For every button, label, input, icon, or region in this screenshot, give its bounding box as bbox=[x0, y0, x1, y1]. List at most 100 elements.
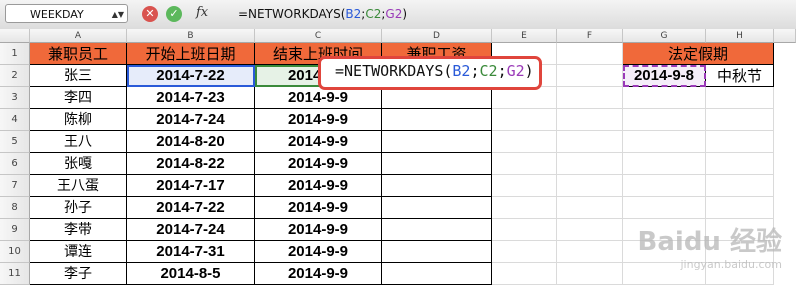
row-header-3[interactable]: 3 bbox=[0, 87, 30, 109]
cell-d9[interactable] bbox=[382, 219, 492, 241]
cell-e11[interactable] bbox=[492, 263, 557, 285]
cell-g2[interactable]: 2014-9-8 bbox=[623, 65, 706, 87]
cell-f4[interactable] bbox=[557, 109, 623, 131]
column-header-b[interactable]: B bbox=[127, 29, 255, 43]
cell-d4[interactable] bbox=[382, 109, 492, 131]
row-header-7[interactable]: 7 bbox=[0, 175, 30, 197]
cell-g8[interactable] bbox=[623, 197, 706, 219]
cell-e10[interactable] bbox=[492, 241, 557, 263]
cell-f10[interactable] bbox=[557, 241, 623, 263]
cell-c6[interactable]: 2014-9-9 bbox=[255, 153, 382, 175]
cell-h6[interactable] bbox=[706, 153, 774, 175]
cell-c8[interactable]: 2014-9-9 bbox=[255, 197, 382, 219]
cell-d11[interactable] bbox=[382, 263, 492, 285]
cell-a6[interactable]: 张嘎 bbox=[30, 153, 127, 175]
row-header-2[interactable]: 2 bbox=[0, 65, 30, 87]
cell-b10[interactable]: 2014-7-31 bbox=[127, 241, 255, 263]
cell-h5[interactable] bbox=[706, 131, 774, 153]
column-header-g[interactable]: G bbox=[623, 29, 706, 43]
cell-f2[interactable] bbox=[557, 65, 623, 87]
cell-b6[interactable]: 2014-8-22 bbox=[127, 153, 255, 175]
cell-f9[interactable] bbox=[557, 219, 623, 241]
cell-a5[interactable]: 王八 bbox=[30, 131, 127, 153]
row-header-10[interactable]: 10 bbox=[0, 241, 30, 263]
cell-b3[interactable]: 2014-7-23 bbox=[127, 87, 255, 109]
cell-b7[interactable]: 2014-7-17 bbox=[127, 175, 255, 197]
column-header-e[interactable]: E bbox=[492, 29, 557, 43]
cell-e8[interactable] bbox=[492, 197, 557, 219]
cell-f1[interactable] bbox=[557, 43, 623, 65]
cell-d8[interactable] bbox=[382, 197, 492, 219]
row-header-1[interactable]: 1 bbox=[0, 43, 30, 65]
row-header-4[interactable]: 4 bbox=[0, 109, 30, 131]
cell-c5[interactable]: 2014-9-9 bbox=[255, 131, 382, 153]
cell-e9[interactable] bbox=[492, 219, 557, 241]
cell-a4[interactable]: 陈柳 bbox=[30, 109, 127, 131]
cell-b11[interactable]: 2014-8-5 bbox=[127, 263, 255, 285]
select-all-corner[interactable] bbox=[0, 29, 30, 43]
cell-e7[interactable] bbox=[492, 175, 557, 197]
cell-g7[interactable] bbox=[623, 175, 706, 197]
cell-a1[interactable]: 兼职员工 bbox=[30, 43, 127, 65]
cell-b9[interactable]: 2014-7-24 bbox=[127, 219, 255, 241]
cell-c9[interactable]: 2014-9-9 bbox=[255, 219, 382, 241]
cell-d10[interactable] bbox=[382, 241, 492, 263]
insert-function-button[interactable]: fx bbox=[196, 5, 208, 21]
cell-e6[interactable] bbox=[492, 153, 557, 175]
row-header-9[interactable]: 9 bbox=[0, 219, 30, 241]
cell-c11[interactable]: 2014-9-9 bbox=[255, 263, 382, 285]
formula-input[interactable]: =NETWORKDAYS(B2;C2;G2) bbox=[238, 0, 407, 29]
cell-h8[interactable] bbox=[706, 197, 774, 219]
cell-d3[interactable] bbox=[382, 87, 492, 109]
cell-e3[interactable] bbox=[492, 87, 557, 109]
cell-g5[interactable] bbox=[623, 131, 706, 153]
row-header-5[interactable]: 5 bbox=[0, 131, 30, 153]
cell-h4[interactable] bbox=[706, 109, 774, 131]
cell-c3[interactable]: 2014-9-9 bbox=[255, 87, 382, 109]
column-header-h[interactable]: H bbox=[706, 29, 774, 43]
column-header-d[interactable]: D bbox=[382, 29, 492, 43]
confirm-icon[interactable]: ✓ bbox=[166, 6, 182, 22]
row-header-11[interactable]: 11 bbox=[0, 263, 30, 285]
column-header-f[interactable]: F bbox=[557, 29, 623, 43]
cell-f7[interactable] bbox=[557, 175, 623, 197]
cell-c4[interactable]: 2014-9-9 bbox=[255, 109, 382, 131]
cell-e4[interactable] bbox=[492, 109, 557, 131]
cell-f3[interactable] bbox=[557, 87, 623, 109]
column-header-a[interactable]: A bbox=[30, 29, 127, 43]
cell-h7[interactable] bbox=[706, 175, 774, 197]
cell-b5[interactable]: 2014-8-20 bbox=[127, 131, 255, 153]
cell-g3[interactable] bbox=[623, 87, 706, 109]
cell-c7[interactable]: 2014-9-9 bbox=[255, 175, 382, 197]
cell-b1[interactable]: 开始上班日期 bbox=[127, 43, 255, 65]
cancel-icon[interactable]: ✕ bbox=[142, 6, 158, 22]
cell-g1-merged[interactable]: 法定假期 bbox=[623, 43, 774, 65]
cell-a9[interactable]: 李带 bbox=[30, 219, 127, 241]
row-header-8[interactable]: 8 bbox=[0, 197, 30, 219]
cell-h3[interactable] bbox=[706, 87, 774, 109]
cell-f5[interactable] bbox=[557, 131, 623, 153]
cell-d5[interactable] bbox=[382, 131, 492, 153]
cell-a11[interactable]: 李子 bbox=[30, 263, 127, 285]
cell-b2[interactable]: 2014-7-22 bbox=[127, 65, 255, 87]
cell-g4[interactable] bbox=[623, 109, 706, 131]
name-box[interactable]: WEEKDAY ▲▼ bbox=[5, 4, 128, 23]
column-header-c[interactable]: C bbox=[255, 29, 382, 43]
cell-b8[interactable]: 2014-7-22 bbox=[127, 197, 255, 219]
cell-a8[interactable]: 孙子 bbox=[30, 197, 127, 219]
cell-e5[interactable] bbox=[492, 131, 557, 153]
cell-h2[interactable]: 中秋节 bbox=[706, 65, 774, 87]
row-header-6[interactable]: 6 bbox=[0, 153, 30, 175]
cell-d6[interactable] bbox=[382, 153, 492, 175]
cell-c10[interactable]: 2014-9-9 bbox=[255, 241, 382, 263]
cell-g6[interactable] bbox=[623, 153, 706, 175]
cell-f6[interactable] bbox=[557, 153, 623, 175]
cell-a7[interactable]: 王八蛋 bbox=[30, 175, 127, 197]
cell-f8[interactable] bbox=[557, 197, 623, 219]
cell-f11[interactable] bbox=[557, 263, 623, 285]
cell-b4[interactable]: 2014-7-24 bbox=[127, 109, 255, 131]
name-box-dropdown-icon[interactable]: ▲▼ bbox=[112, 5, 124, 24]
cell-d7[interactable] bbox=[382, 175, 492, 197]
cell-a10[interactable]: 谭连 bbox=[30, 241, 127, 263]
cell-a2[interactable]: 张三 bbox=[30, 65, 127, 87]
